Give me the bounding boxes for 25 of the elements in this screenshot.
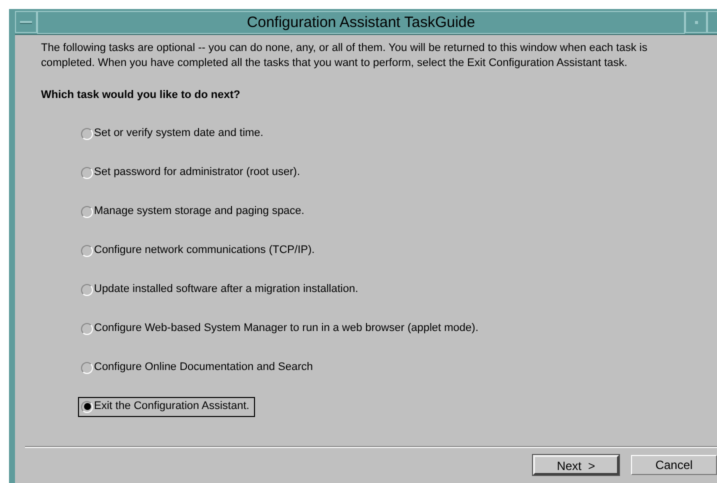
radio-option[interactable]: Configure Online Documentation and Search xyxy=(78,358,319,378)
window-title: Configuration Assistant TaskGuide xyxy=(37,11,685,34)
minimize-button[interactable] xyxy=(685,11,707,33)
minimize-icon xyxy=(694,20,698,24)
intro-text: The following tasks are optional -- you can do none, any, or all of them. You will be returned to this window when each task is completed. When you have completed all the tasks that you want to perform, select the Exit Configuration Assistant task. xyxy=(41,41,648,70)
radio-option[interactable]: Set or verify system date and time. xyxy=(78,124,270,144)
radio-icon xyxy=(81,206,93,218)
radio-option[interactable]: Configure Web-based System Manager to run in a web browser (applet mode). xyxy=(78,318,484,338)
radio-icon xyxy=(81,244,93,256)
menu-bar-icon xyxy=(20,20,32,24)
radio-option[interactable]: Configure network communications (TCP/IP). xyxy=(78,240,321,260)
radio-icon xyxy=(81,166,93,178)
radio-icon xyxy=(81,322,93,334)
radio-icon xyxy=(81,128,93,140)
window-menu-button[interactable] xyxy=(15,11,37,33)
radio-option[interactable]: Set password for administrator (root user). xyxy=(78,162,306,182)
radio-option[interactable]: Manage system storage and paging space. xyxy=(78,202,310,222)
next-button[interactable]: Next > xyxy=(533,455,619,475)
radio-icon xyxy=(81,284,93,296)
radio-icon xyxy=(81,362,93,374)
radio-option[interactable]: Update installed software after a migration installation. xyxy=(78,280,364,300)
question-text: Which task would you like to do next? xyxy=(41,88,242,103)
radio-icon xyxy=(81,400,93,412)
radio-option[interactable]: Exit the Configuration Assistant. xyxy=(78,396,256,416)
cancel-button[interactable]: Cancel xyxy=(631,455,717,475)
